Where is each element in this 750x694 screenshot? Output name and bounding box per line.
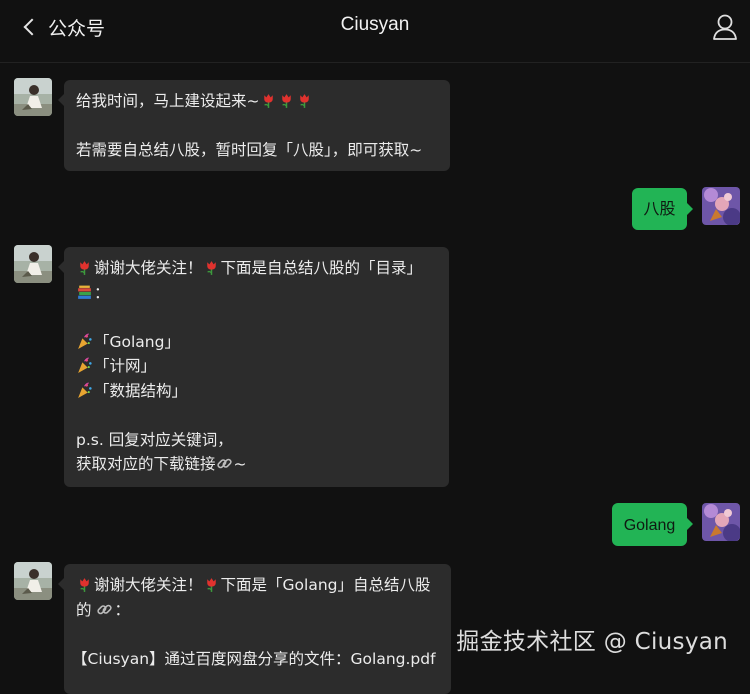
message-bubble-incoming[interactable]: 给我时间，马上建设起来~ 若需要自总结八股，暂时回复「八股」，即可获取~ [58, 80, 450, 171]
message-line: 给我时间，马上建设起来~ [76, 89, 438, 114]
message-text: 下面是「Golang」自总结八股 [220, 576, 431, 594]
message-text: 若需要自总结八股，暂时回复「八股」，即可获取~ [76, 141, 423, 159]
message-text: 「计网」 [94, 357, 157, 375]
avatar-image [14, 562, 52, 600]
message-text: 【Ciusyan】通过百度网盘分享的文件：Golang.pdf [72, 649, 436, 668]
link-emoji [97, 604, 113, 614]
tulip-emoji [299, 94, 309, 108]
party-popper-emoji [78, 382, 92, 398]
sender-avatar[interactable] [14, 78, 52, 116]
message-text: ： [94, 283, 110, 302]
link-emoji [216, 458, 232, 469]
party-popper-emoji [78, 333, 92, 349]
message-bubble-incoming[interactable]: 谢谢大佬关注！ 下面是自总结八股的「目录」 ： 「Golang」 「计网」 「数据… [58, 247, 449, 487]
message-line: 「Golang」 [76, 330, 437, 355]
message-line: 获取对应的下载链接 ~ [76, 452, 437, 477]
profile-button[interactable] [708, 10, 742, 44]
message-text: 谢谢大佬关注！ [94, 259, 203, 277]
avatar-image [702, 503, 740, 541]
tulip-emoji [281, 94, 291, 108]
message-text: 下面是自总结八股的「目录」 [220, 259, 423, 277]
message-bubble-outgoing[interactable]: 八股 [632, 188, 693, 230]
avatar-image [702, 187, 740, 225]
tulip-emoji [80, 261, 89, 275]
tulip-emoji [206, 261, 216, 275]
party-popper-emoji [78, 357, 92, 373]
avatar-image [14, 78, 52, 116]
sender-avatar[interactable] [14, 562, 52, 600]
message-text: Golang [623, 517, 676, 534]
watermark: 掘金技术社区 @ Ciusyan [456, 629, 728, 655]
message-line: 谢谢大佬关注！ 下面是自总结八股的「目录」 [76, 256, 437, 281]
message-text: 的 [76, 600, 92, 619]
header-divider [0, 62, 750, 63]
tulip-emoji [263, 94, 273, 108]
message-line: 谢谢大佬关注！ 下面是「Golang」自总结八股 [76, 573, 439, 598]
top-bar: 公众号 Ciusyan [0, 0, 750, 56]
tulip-emoji [206, 578, 216, 592]
avatar-image [14, 245, 52, 283]
sender-avatar[interactable] [14, 245, 52, 283]
message-text: 谢谢大佬关注！ [94, 576, 203, 594]
chat-title: Ciusyan [340, 14, 410, 35]
books-emoji [78, 285, 91, 299]
message-text: 八股 [643, 199, 676, 218]
message-bubble-outgoing[interactable]: Golang [612, 503, 693, 546]
tulip-emoji [80, 578, 89, 592]
message-line: 「计网」 [76, 354, 437, 379]
my-avatar[interactable] [702, 503, 740, 541]
message-text: ： [114, 600, 130, 619]
person-icon [713, 14, 737, 40]
message-text: 获取对应的下载链接 [76, 455, 216, 473]
message-text: ~ [233, 455, 247, 473]
message-line: 的 ： [76, 598, 439, 623]
message-line: ： [76, 281, 437, 306]
message-line: 「数据结构」 [76, 379, 437, 404]
message-text: 给我时间，马上建设起来~ [76, 92, 260, 110]
message-text: 「Golang」 [94, 332, 180, 351]
message-text: 「数据结构」 [94, 381, 188, 400]
my-avatar[interactable] [702, 187, 740, 225]
message-text: p.s. 回复对应关键词， [76, 430, 233, 449]
message-bubble-incoming[interactable]: 谢谢大佬关注！ 下面是「Golang」自总结八股 的 ： 【Ciusyan】通过百… [58, 564, 451, 694]
